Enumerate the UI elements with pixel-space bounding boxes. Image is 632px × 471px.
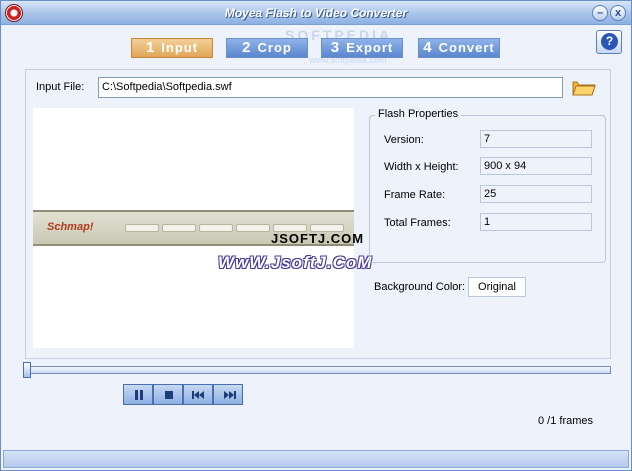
preview-watermark-url: WwW.JsoftJ.CoM — [218, 253, 373, 272]
step-number: 3 — [330, 39, 341, 56]
frame-counter: 0 /1 frames — [538, 415, 594, 427]
close-button[interactable]: x — [610, 5, 626, 21]
seek-bar[interactable] — [25, 366, 611, 374]
version-value: 7 — [480, 130, 592, 148]
total-frames-label: Total Frames: — [384, 217, 451, 229]
flash-preview: Schmap! JSOFTJ.COM WwW.JsoftJ.CoM — [33, 108, 371, 348]
flash-tab — [236, 224, 270, 232]
open-folder-icon[interactable] — [572, 77, 596, 97]
seek-handle[interactable] — [23, 362, 31, 378]
preview-watermark: JSOFTJ.COM — [271, 231, 365, 246]
stop-button[interactable] — [153, 384, 183, 405]
title-bar: Moyea Flash to Video Converter – x — [1, 1, 631, 25]
help-icon: ? — [601, 33, 618, 50]
input-file-field[interactable]: C:\Softpedia\Softpedia.swf — [98, 77, 563, 98]
minimize-button[interactable]: – — [592, 5, 608, 21]
step-number: 1 — [145, 39, 156, 56]
frame-rate-value: 25 — [480, 185, 592, 203]
dimensions-label: Width x Height: — [384, 161, 459, 173]
app-window: Moyea Flash to Video Converter – x SOFTP… — [0, 0, 632, 471]
total-frames-value: 1 — [480, 213, 592, 231]
step-convert-button[interactable]: 4 Convert — [418, 38, 500, 58]
frame-rate-label: Frame Rate: — [384, 189, 446, 201]
dimensions-value: 900 x 94 — [480, 157, 592, 175]
step-export-button[interactable]: 3 Export — [321, 38, 403, 58]
skip-back-icon — [192, 391, 204, 399]
step-input-button[interactable]: 1 Input — [131, 38, 213, 58]
stop-icon — [165, 391, 173, 399]
step-label: Convert — [438, 40, 495, 55]
pause-button[interactable] — [123, 384, 153, 405]
window-title: Moyea Flash to Video Converter — [224, 6, 408, 20]
previous-button[interactable] — [183, 384, 213, 405]
step-label: Crop — [257, 40, 292, 55]
flash-tab — [199, 224, 233, 232]
next-button[interactable] — [213, 384, 243, 405]
flash-properties-title: Flash Properties — [375, 108, 462, 120]
wizard-steps: 1 Input 2 Crop 3 Export 4 Convert — [1, 38, 631, 58]
step-label: Input — [161, 40, 199, 55]
status-bar — [3, 450, 629, 468]
step-label: Export — [346, 40, 394, 55]
flash-brand-text: Schmap! — [47, 221, 94, 233]
background-color-button[interactable]: Original — [468, 277, 526, 297]
step-crop-button[interactable]: 2 Crop — [226, 38, 308, 58]
skip-forward-icon — [224, 391, 236, 399]
step-number: 4 — [423, 39, 433, 56]
version-label: Version: — [384, 134, 424, 146]
background-color-label: Background Color: — [374, 281, 466, 293]
help-button[interactable]: ? — [596, 30, 622, 54]
input-file-label: Input File: — [36, 81, 85, 93]
pause-icon — [135, 390, 143, 400]
flash-tab — [162, 224, 196, 232]
flash-tab — [125, 224, 159, 232]
step-number: 2 — [242, 39, 252, 56]
